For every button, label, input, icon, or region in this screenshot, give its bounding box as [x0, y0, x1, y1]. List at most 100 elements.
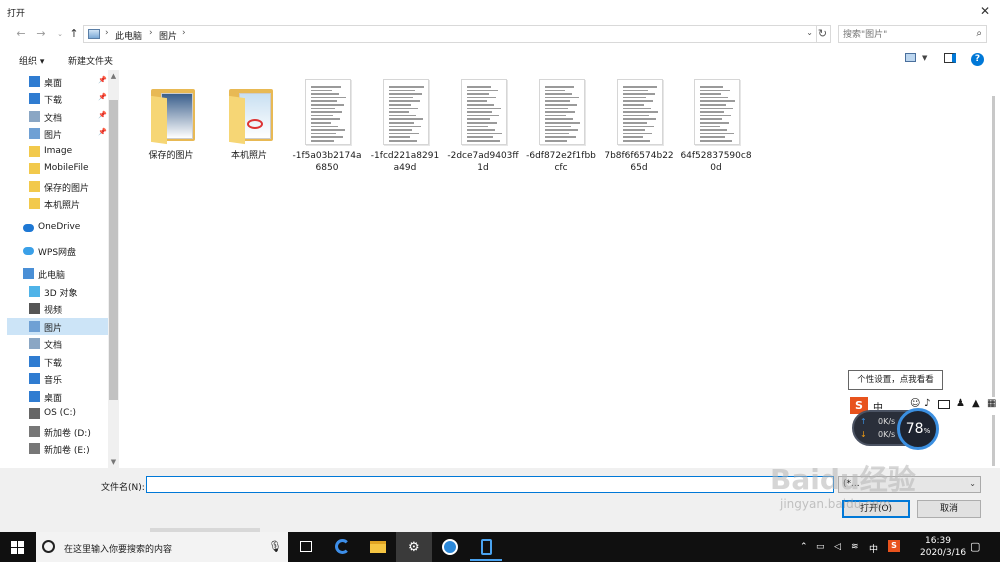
up-arrow-icon[interactable]: ↑ [67, 27, 81, 41]
memory-gauge[interactable]: 78% [897, 408, 939, 450]
chevron-down-icon[interactable]: ⌄ [969, 479, 976, 488]
taskbar-search-text: 在这里输入你要搜索的内容 [64, 545, 173, 555]
folder-item[interactable]: 本机照片 [213, 79, 285, 179]
text-line [623, 100, 653, 102]
nav-item[interactable]: WPS网盘 [7, 242, 109, 259]
organize-button[interactable]: 组织 ▾ [19, 54, 44, 67]
settings-gear-icon[interactable]: ⚙ [396, 532, 432, 562]
chevron-down-icon[interactable]: ▼ [922, 54, 927, 62]
breadcrumb-this-pc[interactable]: 此电脑 [115, 29, 142, 42]
scroll-down-icon[interactable]: ▼ [108, 458, 119, 466]
network-wifi-icon[interactable]: ≋ [851, 542, 859, 552]
video-icon [29, 303, 40, 314]
folder-icon [29, 163, 40, 174]
text-line [311, 122, 331, 124]
folder-item[interactable]: 保存的图片 [135, 79, 207, 179]
nav-item[interactable]: 文档 📌 [7, 108, 109, 125]
tablet-app-icon[interactable] [468, 532, 504, 562]
text-line [700, 114, 731, 117]
folder-graphic [151, 89, 195, 145]
pin-icon: 📌 [98, 111, 107, 119]
file-item[interactable]: 7b8f6f6574b2265d [603, 79, 675, 179]
nav-item[interactable]: 桌面 [7, 388, 109, 405]
text-line [311, 114, 333, 117]
nav-item-label: 视频 [44, 306, 63, 316]
view-mode-icon[interactable] [905, 53, 916, 62]
document-icon [29, 111, 40, 122]
refresh-icon[interactable]: ↻ [815, 25, 831, 43]
user-icon[interactable]: ♟ [956, 398, 965, 409]
keyboard-icon[interactable] [938, 400, 950, 409]
nav-item[interactable]: 下载 [7, 353, 109, 370]
nav-item[interactable]: 3D 对象 [7, 283, 109, 300]
nav-item-label: 本机照片 [44, 201, 81, 211]
nav-item[interactable]: MobileFile [7, 160, 109, 177]
breadcrumb-pictures[interactable]: 图片 [159, 29, 177, 42]
nav-item[interactable]: 下载 📌 [7, 90, 109, 107]
help-icon[interactable]: ? [971, 53, 984, 66]
ime-indicator[interactable]: 中 [869, 542, 878, 555]
cancel-button[interactable]: 取消 [917, 500, 981, 518]
file-item[interactable]: -6df872e2f1fbbcfc [525, 79, 597, 179]
nav-item-label: 新加卷 (D:) [44, 429, 91, 439]
sogou-tray-icon[interactable]: S [888, 540, 900, 552]
pin-icon: 📌 [98, 76, 107, 84]
text-line [623, 86, 657, 88]
toolbox-icon[interactable]: ▦ [987, 398, 996, 409]
file-item[interactable]: -1fcd221a8291a49d [369, 79, 441, 179]
taskbar-search-box[interactable]: 在这里输入你要搜索的内容 🎙 [36, 532, 288, 562]
search-input[interactable] [843, 28, 963, 41]
text-line [545, 129, 578, 131]
cortana-icon[interactable] [42, 540, 55, 553]
search-icon[interactable]: ⌕ [976, 28, 982, 39]
preview-pane-icon[interactable] [944, 53, 956, 63]
nav-item[interactable]: 新加卷 (E:) [7, 440, 109, 457]
nav-item[interactable]: 图片 📌 [7, 125, 109, 142]
nav-item[interactable]: OS (C:) [7, 405, 109, 422]
file-item[interactable]: -2dce7ad9403ff1d [447, 79, 519, 179]
close-icon[interactable]: ✕ [970, 0, 1000, 22]
task-view-icon[interactable] [288, 532, 324, 562]
nav-item[interactable]: 新加卷 (D:) [7, 423, 109, 440]
notifications-icon[interactable]: ▢ [970, 540, 980, 553]
file-item[interactable]: 64f52837590c80d [680, 79, 752, 179]
nav-item[interactable]: 音乐 [7, 370, 109, 387]
nav-item[interactable]: 视频 [7, 300, 109, 317]
sogou-browser-icon[interactable] [432, 532, 468, 562]
battery-icon[interactable]: ▭ [816, 542, 825, 552]
file-item[interactable]: -1f5a03b2174a6850 [291, 79, 363, 179]
new-folder-button[interactable]: 新建文件夹 [68, 54, 113, 67]
microphone-icon[interactable]: 🎙 [268, 540, 282, 553]
address-bar[interactable]: › 此电脑 › 图片 › ⌄ [83, 25, 817, 43]
forward-arrow-icon[interactable]: → [34, 27, 48, 41]
tray-expand-icon[interactable]: ⌃ [800, 542, 808, 552]
folder-front [151, 95, 167, 145]
nav-item[interactable]: 图片 [7, 318, 109, 335]
microphone-icon[interactable]: ♪ [924, 398, 930, 409]
scroll-thumb[interactable] [109, 100, 118, 400]
nav-item[interactable]: 文档 [7, 335, 109, 352]
back-arrow-icon[interactable]: ← [14, 27, 28, 41]
filename-input[interactable] [146, 476, 834, 493]
edge-browser-icon[interactable] [324, 532, 360, 562]
scroll-up-icon[interactable]: ▲ [108, 72, 119, 80]
nav-item[interactable]: Image [7, 143, 109, 160]
volume-icon[interactable]: ◁ [834, 542, 841, 552]
search-box[interactable]: ⌕ [838, 25, 987, 43]
nav-item[interactable]: 本机照片 [7, 195, 109, 212]
chevron-down-icon[interactable]: ⌄ [806, 28, 813, 37]
document-page [305, 79, 351, 145]
music-icon [29, 373, 40, 384]
skin-icon[interactable]: ▲ [972, 398, 980, 409]
nav-scrollbar[interactable]: ▲ ▼ [108, 70, 119, 468]
text-line [700, 86, 723, 88]
taskbar-clock[interactable]: 16:39 2020/3/16 [920, 535, 966, 559]
nav-item[interactable]: 此电脑 [7, 265, 109, 282]
recent-locations-icon[interactable]: ⌄ [53, 27, 67, 41]
windows-start-icon[interactable] [11, 541, 24, 554]
text-line [700, 140, 732, 142]
file-explorer-icon[interactable] [360, 532, 396, 562]
nav-item[interactable]: OneDrive [7, 219, 109, 236]
nav-item[interactable]: 保存的图片 [7, 178, 109, 195]
nav-item[interactable]: 桌面 📌 [7, 73, 109, 90]
